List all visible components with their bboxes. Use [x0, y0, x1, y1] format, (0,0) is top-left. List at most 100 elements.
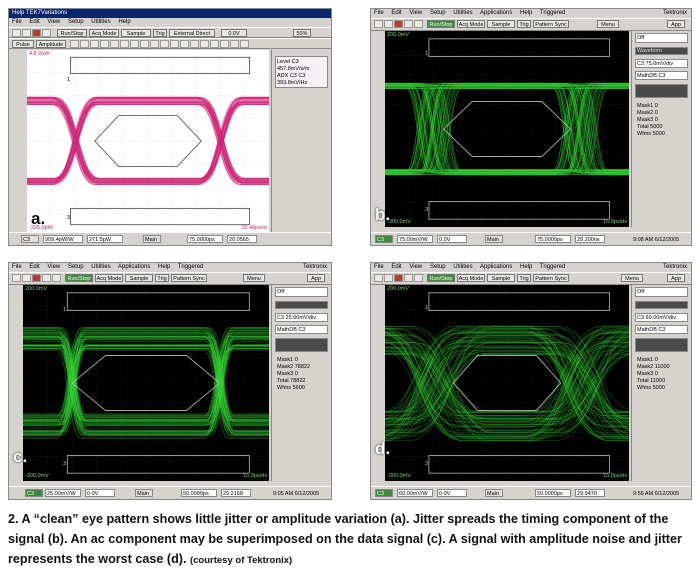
trig-source-select[interactable]: Pattern Sync [171, 274, 207, 282]
meas-icon-14[interactable] [200, 40, 209, 48]
print-icon[interactable] [12, 274, 21, 282]
acq-mode-select[interactable]: Sample [125, 274, 153, 282]
meas-icon-12[interactable] [180, 40, 189, 48]
check-icon[interactable] [52, 274, 61, 282]
acq-mode-button[interactable]: Acq Mode [457, 274, 485, 282]
channel-button[interactable]: C3 [375, 489, 393, 497]
menu-setup[interactable]: Setup [68, 264, 84, 270]
trig-source-select[interactable]: Pattern Sync [533, 20, 569, 28]
menu-file[interactable]: File [374, 264, 384, 270]
channel-button[interactable]: C3 [375, 235, 393, 243]
print-icon[interactable] [374, 20, 383, 28]
meas-icon-10[interactable] [160, 40, 169, 48]
timebase-main[interactable]: Main [485, 235, 503, 243]
menu-file[interactable]: File [12, 19, 22, 25]
measure-icon[interactable] [384, 20, 393, 28]
timebase-main[interactable]: Main [143, 235, 161, 243]
position-field[interactable]: 29.9470 [575, 489, 605, 497]
trig-source-select[interactable]: Pattern Sync [533, 274, 569, 282]
meas-icon-17[interactable] [230, 40, 239, 48]
amplitude-select[interactable]: Amplitude [36, 40, 66, 48]
menu-button[interactable]: Menu [621, 274, 643, 282]
timebase-field[interactable]: 50.0000ps [181, 489, 217, 497]
menu-view[interactable]: View [47, 264, 60, 270]
measure-icon[interactable] [384, 274, 393, 282]
meas-icon-3[interactable] [90, 40, 99, 48]
acq-mode-button[interactable]: Acq Mode [89, 29, 119, 37]
menu-help[interactable]: Help [118, 19, 130, 25]
menu-utilities[interactable]: Utilities [453, 10, 472, 16]
meas-icon-16[interactable] [220, 40, 229, 48]
meas-icon-2[interactable] [80, 40, 89, 48]
zoom-icon[interactable] [42, 29, 51, 37]
meas-icon-4[interactable] [100, 40, 109, 48]
measure-icon[interactable] [22, 29, 31, 37]
acq-mode-select[interactable]: Sample [487, 274, 515, 282]
menu-applications[interactable]: Applications [480, 264, 512, 270]
trig-level-field[interactable]: 0.0V [221, 29, 247, 37]
menu-utilities[interactable]: Utilities [91, 19, 110, 25]
trig-source-select[interactable]: External Direct [169, 29, 215, 37]
menu-setup[interactable]: Setup [430, 264, 446, 270]
acq-mode-button[interactable]: Acq Mode [95, 274, 123, 282]
menu-help[interactable]: Help [520, 264, 532, 270]
menu-button[interactable]: Menu [243, 274, 265, 282]
print-icon[interactable] [12, 29, 21, 37]
meas-icon-9[interactable] [150, 40, 159, 48]
menu-view[interactable]: View [47, 19, 60, 25]
vertical-scale-field[interactable]: 75.00mV/W [397, 235, 433, 243]
menu-help[interactable]: Help [158, 264, 170, 270]
channel-button[interactable]: C3 [21, 235, 39, 243]
zoom-icon[interactable] [42, 274, 51, 282]
menu-help[interactable]: Help [520, 10, 532, 16]
timebase-field[interactable]: 75.0000ps [187, 235, 223, 243]
trig-percent[interactable]: 50% [293, 29, 311, 37]
meas-icon-7[interactable] [130, 40, 139, 48]
menu-edit[interactable]: Edit [29, 264, 39, 270]
scope-display[interactable]: 4.8 2pW -225.0pW 15.40ps/m 1 3 [27, 50, 269, 232]
cursor-icon[interactable] [32, 274, 41, 282]
app-button[interactable]: App [667, 274, 685, 282]
acq-mode-button[interactable]: Acq Mode [457, 20, 485, 28]
cursor-icon[interactable] [394, 20, 403, 28]
print-icon[interactable] [374, 274, 383, 282]
menu-utilities[interactable]: Utilities [91, 264, 110, 270]
meas-icon-1[interactable] [70, 40, 79, 48]
position-field[interactable]: 29.2168 [221, 489, 251, 497]
menu-utilities[interactable]: Utilities [453, 264, 472, 270]
meas-icon-8[interactable] [140, 40, 149, 48]
offset-field[interactable]: 0.0V [437, 235, 467, 243]
position-field[interactable]: 29.200ns [575, 235, 605, 243]
measure-icon[interactable] [22, 274, 31, 282]
vertical-scale-field[interactable]: 25.00mV/W [45, 489, 81, 497]
menu-applications[interactable]: Applications [118, 264, 150, 270]
zoom-icon[interactable] [404, 20, 413, 28]
timebase-main[interactable]: Main [485, 489, 503, 497]
cursor-icon[interactable] [32, 29, 41, 37]
menu-setup[interactable]: Setup [68, 19, 84, 25]
run-stop-button[interactable]: Run/Stop [57, 29, 87, 37]
menu-applications[interactable]: Applications [480, 10, 512, 16]
meas-icon-6[interactable] [120, 40, 129, 48]
offset-field[interactable]: 271.5pW [87, 235, 123, 243]
acq-mode-select[interactable]: Sample [121, 29, 151, 37]
offset-field[interactable]: 0.0V [437, 489, 467, 497]
run-stop-button[interactable]: Run/Stop [427, 274, 455, 282]
app-button[interactable]: App [307, 274, 325, 282]
cursor-icon[interactable] [394, 274, 403, 282]
menu-setup[interactable]: Setup [430, 10, 446, 16]
check-icon[interactable] [414, 20, 423, 28]
vertical-scale-field[interactable]: 909.4pW/W [43, 235, 83, 243]
run-stop-button[interactable]: Run/Stop [65, 274, 93, 282]
meas-icon-13[interactable] [190, 40, 199, 48]
timebase-field[interactable]: 75.0000ps [535, 235, 571, 243]
app-button[interactable]: App [667, 20, 685, 28]
menu-file[interactable]: File [12, 264, 22, 270]
pulse-select[interactable]: Pulse [12, 40, 34, 48]
zoom-icon[interactable] [404, 274, 413, 282]
scope-display[interactable]: 200.0mV -300.0mV 15.0ps/dv 1 3 [385, 31, 629, 227]
position-field[interactable]: 20.0565 [227, 235, 257, 243]
meas-icon-11[interactable] [170, 40, 179, 48]
timebase-field[interactable]: 50.0000ps [535, 489, 571, 497]
meas-icon-15[interactable] [210, 40, 219, 48]
